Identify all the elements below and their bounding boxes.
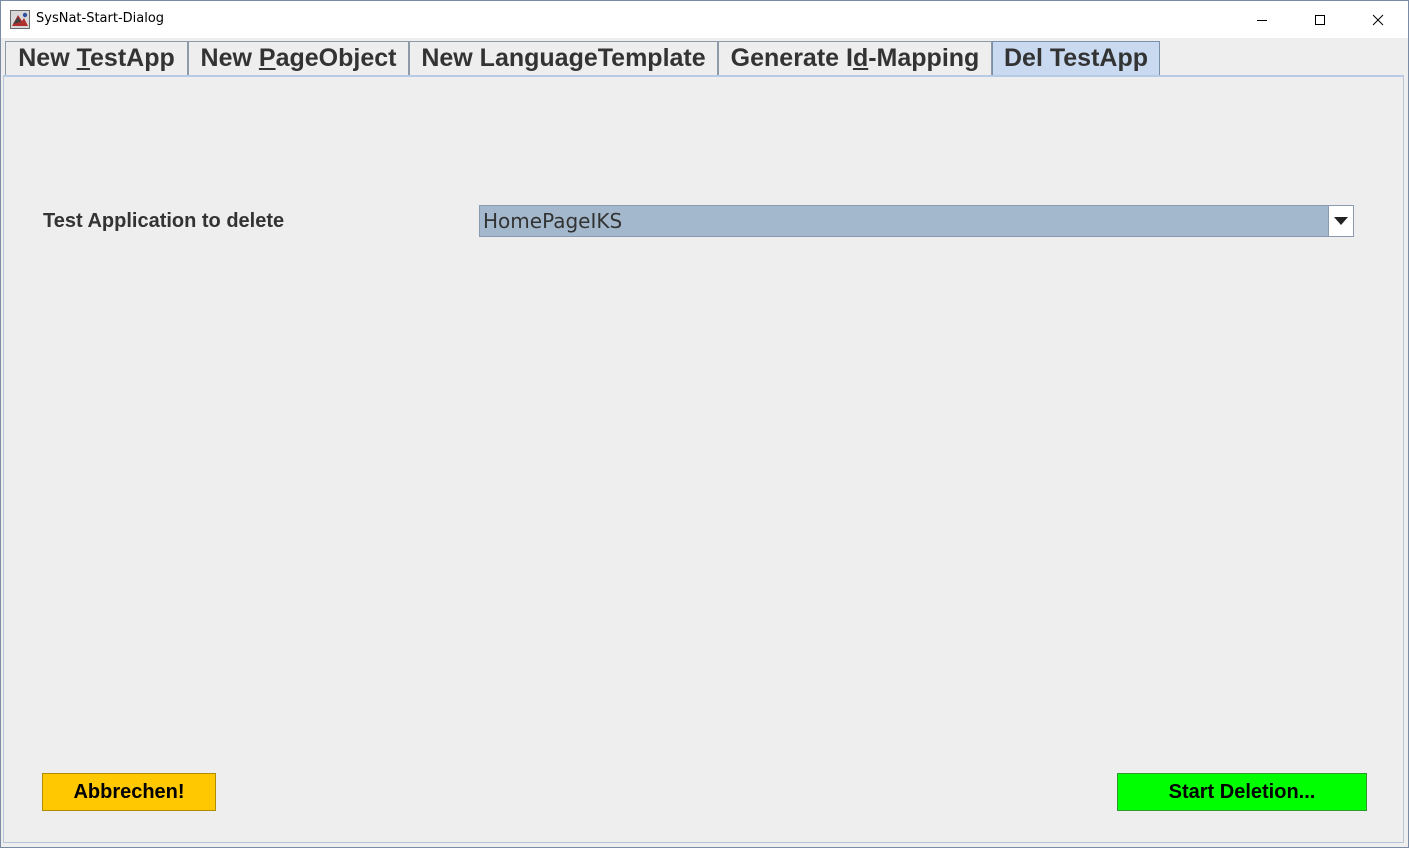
- tab-strip: New TestApp New PageObject New LanguageT…: [1, 38, 1408, 76]
- window-title: SysNat-Start-Dialog: [36, 11, 165, 26]
- close-icon: [1372, 14, 1384, 25]
- cancel-button[interactable]: Abbrechen!: [42, 773, 216, 811]
- tab-label: New LanguageTemplate: [421, 44, 706, 72]
- tab-label: New PageObject: [200, 44, 397, 72]
- maximize-icon: [1315, 14, 1325, 25]
- start-deletion-button[interactable]: Start Deletion...: [1117, 773, 1367, 811]
- minimize-icon: [1257, 19, 1267, 21]
- java-app-icon: [10, 10, 30, 29]
- tab-label: New TestApp: [18, 44, 175, 72]
- tab-del-testapp[interactable]: Del TestApp: [992, 41, 1160, 75]
- tab-label: Del TestApp: [1004, 44, 1148, 72]
- tab-new-pageobject[interactable]: New PageObject: [188, 41, 409, 75]
- title-bar[interactable]: SysNat-Start-Dialog: [1, 1, 1408, 38]
- minimize-button[interactable]: [1233, 1, 1291, 38]
- tab-generate-id-mapping[interactable]: Generate Id-Mapping: [718, 41, 992, 75]
- maximize-button[interactable]: [1291, 1, 1349, 38]
- tab-new-languagetemplate[interactable]: New LanguageTemplate: [409, 41, 718, 75]
- triangle-down-icon: [1334, 217, 1348, 225]
- combo-dropdown-button[interactable]: [1328, 206, 1353, 236]
- combo-selected-value: HomePageIKS: [483, 209, 623, 233]
- app-window: SysNat-Start-Dialog New TestApp New Page…: [0, 0, 1409, 848]
- close-button[interactable]: [1349, 1, 1407, 38]
- tab-new-testapp[interactable]: New TestApp: [5, 41, 188, 75]
- test-application-combobox[interactable]: HomePageIKS: [479, 205, 1354, 237]
- tab-label: Generate Id-Mapping: [730, 44, 980, 72]
- tab-content-panel: [3, 75, 1404, 843]
- test-application-label: Test Application to delete: [43, 210, 285, 232]
